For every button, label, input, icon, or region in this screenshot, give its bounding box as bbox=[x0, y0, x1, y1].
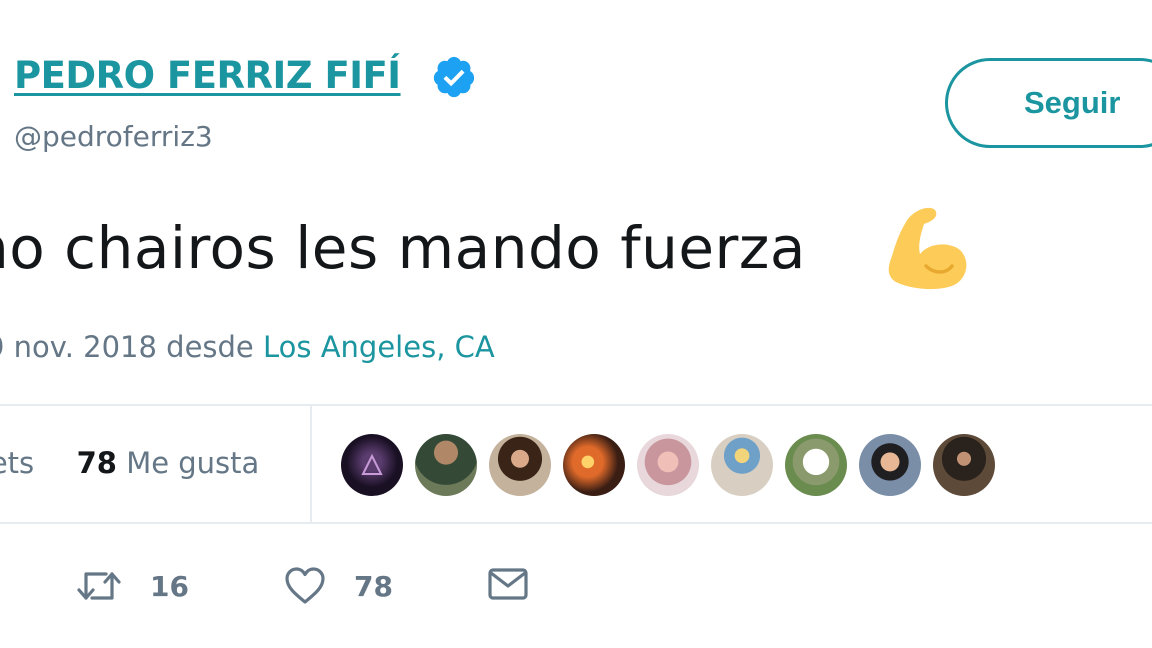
tweet-stats: eets 78 Me gusta bbox=[0, 446, 259, 480]
display-name[interactable]: PEDRO FERRIZ FIFÍ bbox=[14, 54, 401, 97]
liker-avatar[interactable] bbox=[711, 434, 773, 496]
retweet-action[interactable]: 16 bbox=[76, 566, 189, 606]
direct-message-action[interactable] bbox=[488, 566, 528, 602]
tweet-text: no chairos les mando fuerza bbox=[0, 214, 806, 282]
heart-icon bbox=[285, 567, 325, 604]
flexed-biceps-icon bbox=[888, 207, 967, 290]
retweet-icon bbox=[77, 572, 121, 600]
tweet-location-link[interactable]: Los Angeles, CA bbox=[263, 330, 495, 364]
liker-avatar[interactable] bbox=[563, 434, 625, 496]
liker-avatar[interactable] bbox=[415, 434, 477, 496]
mail-icon bbox=[488, 568, 528, 600]
divider-top bbox=[0, 404, 1152, 406]
liker-avatar[interactable] bbox=[341, 434, 403, 496]
likes-stat-count[interactable]: 78 bbox=[77, 446, 117, 480]
tweet-meta: 9 nov. 2018 desde Los Angeles, CA bbox=[0, 330, 495, 364]
liker-avatar[interactable] bbox=[933, 434, 995, 496]
verified-badge-icon bbox=[433, 56, 475, 98]
liker-avatar[interactable] bbox=[637, 434, 699, 496]
liker-avatar[interactable] bbox=[859, 434, 921, 496]
stats-divider bbox=[310, 406, 312, 524]
follow-button[interactable]: Seguir bbox=[945, 58, 1152, 148]
tweet-date: 9 nov. 2018 desde bbox=[0, 330, 263, 364]
liker-avatar[interactable] bbox=[785, 434, 847, 496]
retweets-stat-label[interactable]: eets bbox=[0, 446, 34, 480]
divider-bottom bbox=[0, 522, 1152, 524]
liker-avatar[interactable] bbox=[489, 434, 551, 496]
likes-stat-label[interactable]: Me gusta bbox=[126, 446, 259, 480]
user-handle[interactable]: @pedroferriz3 bbox=[14, 120, 213, 153]
like-action[interactable]: 78 bbox=[284, 566, 393, 606]
retweet-count: 16 bbox=[150, 569, 189, 603]
like-count: 78 bbox=[354, 569, 393, 603]
